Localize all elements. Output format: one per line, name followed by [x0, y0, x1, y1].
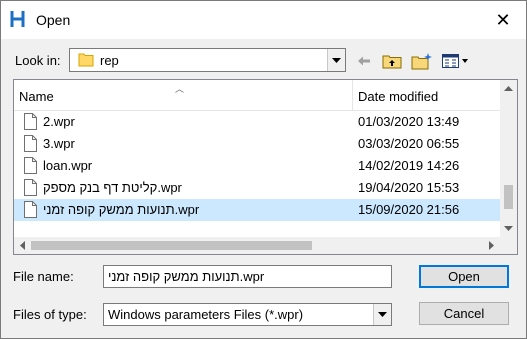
- file-date-modified: 19/04/2020 15:53: [358, 180, 460, 195]
- file-icon: [24, 179, 37, 196]
- file-row[interactable]: תנועות ממשק קופה זמני.wpr 15/09/2020 21:5…: [14, 199, 501, 221]
- scroll-left-icon[interactable]: [14, 237, 31, 254]
- file-date-modified: 01/03/2020 13:49: [358, 114, 460, 129]
- vertical-scrollbar[interactable]: [500, 80, 517, 237]
- scroll-up-icon[interactable]: [500, 80, 517, 97]
- file-row[interactable]: 3.wpr 03/03/2020 06:55: [14, 133, 501, 155]
- file-list[interactable]: ︿ Name Date modified 2.wpr 01/03/2020 13:…: [13, 79, 518, 255]
- look-in-value: rep: [100, 53, 119, 68]
- file-name: 2.wpr: [43, 114, 75, 129]
- window-title: Open: [36, 12, 71, 28]
- look-in-label: Look in:: [15, 53, 61, 68]
- look-in-dropdown[interactable]: rep: [69, 48, 346, 72]
- file-icon: [24, 113, 37, 130]
- file-type-dropdown[interactable]: Windows parameters Files (*.wpr): [103, 303, 392, 326]
- file-name-input[interactable]: תנועות ממשק קופה זמני.wpr: [103, 265, 392, 288]
- cancel-button[interactable]: Cancel: [419, 302, 509, 325]
- column-divider[interactable]: [352, 80, 353, 110]
- chevron-down-icon[interactable]: [373, 304, 391, 325]
- file-name-value: תנועות ממשק קופה זמני.wpr: [108, 269, 265, 284]
- file-name: קליטת דף בנק מספק.wpr: [43, 180, 182, 195]
- open-button[interactable]: Open: [419, 265, 509, 288]
- app-icon: [10, 11, 25, 27]
- file-row[interactable]: loan.wpr 14/02/2019 14:26: [14, 155, 501, 177]
- scroll-down-icon[interactable]: [500, 220, 517, 237]
- horizontal-scroll-thumb[interactable]: [31, 241, 312, 250]
- file-icon: [24, 157, 37, 174]
- file-name: תנועות ממשק קופה זמני.wpr: [43, 202, 200, 217]
- up-folder-icon[interactable]: [381, 51, 403, 71]
- file-name: 3.wpr: [43, 136, 75, 151]
- file-date-modified: 03/03/2020 06:55: [358, 136, 460, 151]
- title-bar: Open ✕: [1, 1, 526, 39]
- vertical-scroll-thumb[interactable]: [504, 185, 513, 209]
- file-row[interactable]: קליטת דף בנק מספק.wpr 19/04/2020 15:53: [14, 177, 501, 199]
- column-header-name[interactable]: Name: [19, 89, 54, 104]
- file-type-label: Files of type:: [13, 307, 87, 322]
- list-header: ︿ Name Date modified: [14, 80, 501, 111]
- file-name-label: File name:: [13, 269, 74, 284]
- view-menu-icon[interactable]: [441, 51, 471, 71]
- sort-arrow-icon: ︿: [175, 84, 185, 94]
- column-header-date-modified[interactable]: Date modified: [358, 89, 438, 104]
- folder-icon: [78, 53, 94, 67]
- file-date-modified: 15/09/2020 21:56: [358, 202, 460, 217]
- close-icon[interactable]: ✕: [492, 9, 514, 31]
- file-icon: [24, 135, 37, 152]
- open-dialog: Open ✕ Look in: rep ︿ Name Date modified…: [0, 0, 527, 339]
- file-icon: [24, 201, 37, 218]
- file-row[interactable]: 2.wpr 01/03/2020 13:49: [14, 111, 501, 133]
- horizontal-scrollbar[interactable]: [14, 237, 517, 254]
- chevron-down-icon[interactable]: [327, 49, 345, 71]
- new-folder-icon[interactable]: [411, 51, 433, 71]
- file-type-value: Windows parameters Files (*.wpr): [108, 307, 304, 322]
- scroll-right-icon[interactable]: [483, 237, 500, 254]
- file-date-modified: 14/02/2019 14:26: [358, 158, 460, 173]
- file-name: loan.wpr: [43, 158, 93, 173]
- back-arrow-icon[interactable]: [355, 51, 373, 71]
